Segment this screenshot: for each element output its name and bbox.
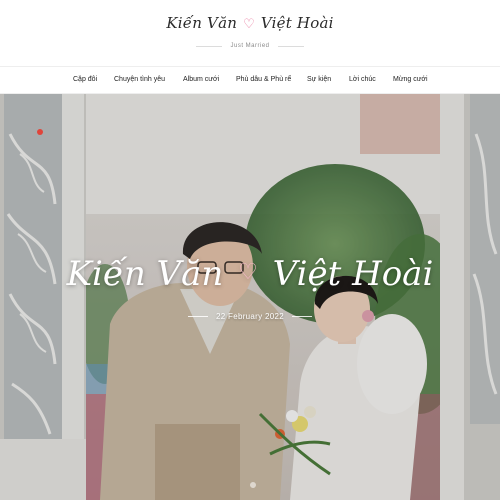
hero-banner: Kiến Văn ♡ Việt Hoài 22 February 2022 [0,94,500,500]
wedding-date: 22 February 2022 [216,312,284,321]
divider-line [277,45,304,47]
nav-item-wishes[interactable]: Lời chúc [349,76,376,83]
site-header: Kiến Văn ♡ Việt Hoài Just Married [0,0,500,66]
logo-groom-name: Kiến Văn [166,14,238,32]
logo-bride-name: Việt Hoài [260,14,334,32]
hero-groom-name: Kiến Văn [66,254,224,294]
divider-line [188,316,209,317]
site-logo[interactable]: Kiến Văn ♡ Việt Hoài [0,14,500,32]
nav-item-events[interactable]: Sự kiện [307,76,331,83]
nav-item-wedding-party[interactable]: Phù dâu & Phù rể [236,76,291,83]
slider-indicator-dot[interactable] [250,482,256,488]
hero-photo [0,94,500,500]
hero-date-row: 22 February 2022 [0,312,500,321]
logo-subtitle: Just Married [0,43,500,49]
subtitle-text: Just Married [230,43,270,49]
divider-line [291,316,312,317]
main-nav: Cặp đôi Chuyện tình yêu Album cưới Phù d… [0,66,500,94]
nav-item-couple[interactable]: Cặp đôi [73,76,97,83]
heart-icon: ♡ [238,260,258,285]
nav-item-gift[interactable]: Mừng cưới [393,76,428,83]
hero-bride-name: Việt Hoài [272,254,434,294]
divider-line [196,45,223,47]
heart-icon: ♡ [243,17,255,32]
slider-indicator-dot[interactable] [37,129,43,135]
hero-title: Kiến Văn ♡ Việt Hoài [0,254,500,294]
nav-item-wedding-album[interactable]: Album cưới [183,76,219,83]
nav-item-love-story[interactable]: Chuyện tình yêu [114,76,165,83]
